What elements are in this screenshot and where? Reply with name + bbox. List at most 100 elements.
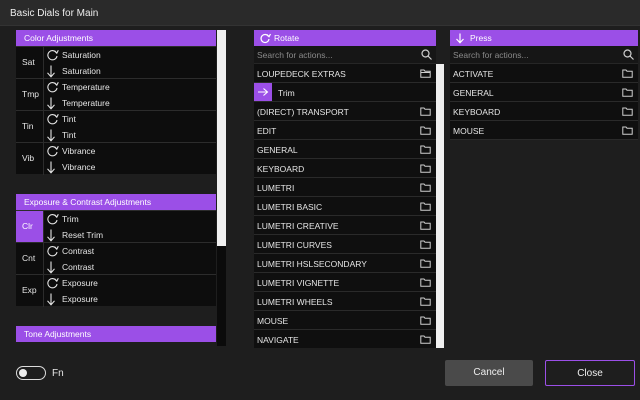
dial-rotate-action[interactable]: Saturation (46, 47, 216, 63)
rotate-scroll-thumb[interactable] (436, 64, 444, 348)
dial-row[interactable]: Exp Exposure Exposure (16, 274, 216, 307)
dial-label[interactable]: Tin (16, 111, 44, 143)
rotate-search (254, 46, 436, 64)
list-item-label: LUMETRI HSLSECONDARY (257, 259, 367, 269)
dial-press-action[interactable]: Tint (46, 127, 216, 143)
press-search-input[interactable] (450, 46, 638, 64)
list-item-folder[interactable]: LUMETRI CURVES (254, 235, 436, 254)
list-item-label: GENERAL (257, 145, 298, 155)
list-item-folder[interactable]: NAVIGATE (254, 330, 436, 348)
folder-icon (420, 259, 431, 268)
search-icon[interactable] (421, 49, 432, 60)
rotate-action-list: LOUPEDECK EXTRAS Trim (DIRECT) TRANSPORT ED… (254, 64, 436, 348)
folder-icon (420, 240, 431, 249)
folder-icon (420, 145, 431, 154)
dial-rotate-action[interactable]: Trim (46, 211, 216, 227)
folder-icon (420, 335, 431, 344)
list-item-folder[interactable]: (DIRECT) TRANSPORT (254, 102, 436, 121)
list-item-folder[interactable]: LUMETRI VIGNETTE (254, 273, 436, 292)
fn-toggle[interactable] (16, 366, 46, 380)
arrow-right-icon (254, 83, 272, 101)
cancel-button[interactable]: Cancel (445, 360, 533, 386)
list-item-folder[interactable]: LUMETRI CREATIVE (254, 216, 436, 235)
list-item-folder[interactable]: GENERAL (254, 140, 436, 159)
list-item-folder[interactable]: LOUPEDECK EXTRAS (254, 64, 436, 83)
press-arrow-icon (47, 229, 55, 242)
dial-rotate-action[interactable]: Exposure (46, 275, 216, 291)
press-arrow-icon (47, 293, 55, 306)
press-header: Press (450, 30, 638, 46)
toggle-knob (19, 368, 27, 377)
folder-icon (420, 183, 431, 192)
dial-row[interactable]: Tmp Temperature Temperature (16, 78, 216, 111)
dial-press-action[interactable]: Temperature (46, 95, 216, 111)
dial-rotate-action[interactable]: Contrast (46, 243, 216, 259)
dial-rotate-action[interactable]: Temperature (46, 79, 216, 95)
dial-press-action[interactable]: Contrast (46, 259, 216, 275)
rotate-action-label: Trim (62, 214, 79, 224)
dial-row[interactable]: Sat Saturation Saturation (16, 46, 216, 79)
dial-label[interactable]: Vib (16, 143, 44, 175)
list-item-folder[interactable]: MOUSE (254, 311, 436, 330)
section-tone-adjustments: Tone Adjustments (16, 326, 216, 342)
dial-press-action[interactable]: Saturation (46, 63, 216, 79)
folder-icon (622, 69, 633, 78)
dial-press-action[interactable]: Exposure (46, 291, 216, 307)
dial-press-action[interactable]: Vibrance (46, 159, 216, 175)
dial-row[interactable]: Vib Vibrance Vibrance (16, 142, 216, 175)
list-item-folder[interactable]: ACTIVATE (450, 64, 638, 83)
left-scroll-thumb[interactable] (217, 30, 226, 246)
dial-press-action[interactable]: Reset Trim (46, 227, 216, 243)
dial-row[interactable]: Tin Tint Tint (16, 110, 216, 143)
search-icon[interactable] (623, 49, 634, 60)
list-item-label: LUMETRI (257, 183, 295, 193)
dial-label[interactable]: Tmp (16, 79, 44, 111)
press-action-label: Saturation (62, 66, 101, 76)
folder-icon (420, 278, 431, 287)
rotate-icon (47, 114, 59, 125)
dial-row[interactable]: Cnt Contrast Contrast (16, 242, 216, 275)
rotate-actions-column: Rotate LOUPEDECK EXTRAS Trim (DIRECT) TRAN… (254, 30, 444, 348)
dial-label[interactable]: Cnt (16, 243, 44, 275)
section-header[interactable]: Tone Adjustments (16, 326, 216, 342)
folder-icon (622, 126, 633, 135)
folder-icon (420, 316, 431, 325)
rotate-header: Rotate (254, 30, 436, 46)
folder-icon (420, 221, 431, 230)
dial-rotate-action[interactable]: Vibrance (46, 143, 216, 159)
rotate-icon (260, 33, 271, 44)
list-item-label: MOUSE (257, 316, 289, 326)
dial-label[interactable]: Exp (16, 275, 44, 307)
dial-rotate-action[interactable]: Tint (46, 111, 216, 127)
list-item-folder[interactable]: LUMETRI HSLSECONDARY (254, 254, 436, 273)
list-item-folder[interactable]: GENERAL (450, 83, 638, 102)
section-header[interactable]: Color Adjustments (16, 30, 216, 46)
list-item-folder[interactable]: LUMETRI BASIC (254, 197, 436, 216)
press-actions-column: Press ACTIVATE GENERAL KEYBOARD MOUSE (450, 30, 638, 150)
dial-label[interactable]: Sat (16, 47, 44, 79)
press-arrow-icon (47, 129, 55, 142)
list-item-folder[interactable]: EDIT (254, 121, 436, 140)
list-item-child[interactable]: Trim (254, 83, 436, 102)
dial-row[interactable]: Clr Trim Reset Trim (16, 210, 216, 243)
rotate-action-label: Tint (62, 114, 76, 124)
list-item-label: NAVIGATE (257, 335, 299, 345)
list-item-folder[interactable]: KEYBOARD (254, 159, 436, 178)
left-scrollbar[interactable] (217, 30, 226, 346)
list-item-folder[interactable]: KEYBOARD (450, 102, 638, 121)
folder-icon (420, 164, 431, 173)
folder-icon (420, 202, 431, 211)
dial-label[interactable]: Clr (16, 211, 44, 243)
list-item-label: ACTIVATE (453, 69, 494, 79)
folder-icon (622, 107, 633, 116)
list-item-folder[interactable]: LUMETRI (254, 178, 436, 197)
rotate-search-input[interactable] (254, 46, 436, 64)
list-item-folder[interactable]: MOUSE (450, 121, 638, 140)
list-item-folder[interactable]: LUMETRI WHEELS (254, 292, 436, 311)
close-button[interactable]: Close (545, 360, 635, 386)
press-search (450, 46, 638, 64)
section-header[interactable]: Exposure & Contrast Adjustments (16, 194, 216, 210)
rotate-scrollbar[interactable] (436, 64, 444, 348)
list-item-label: MOUSE (453, 126, 485, 136)
rotate-header-label: Rotate (274, 33, 300, 43)
